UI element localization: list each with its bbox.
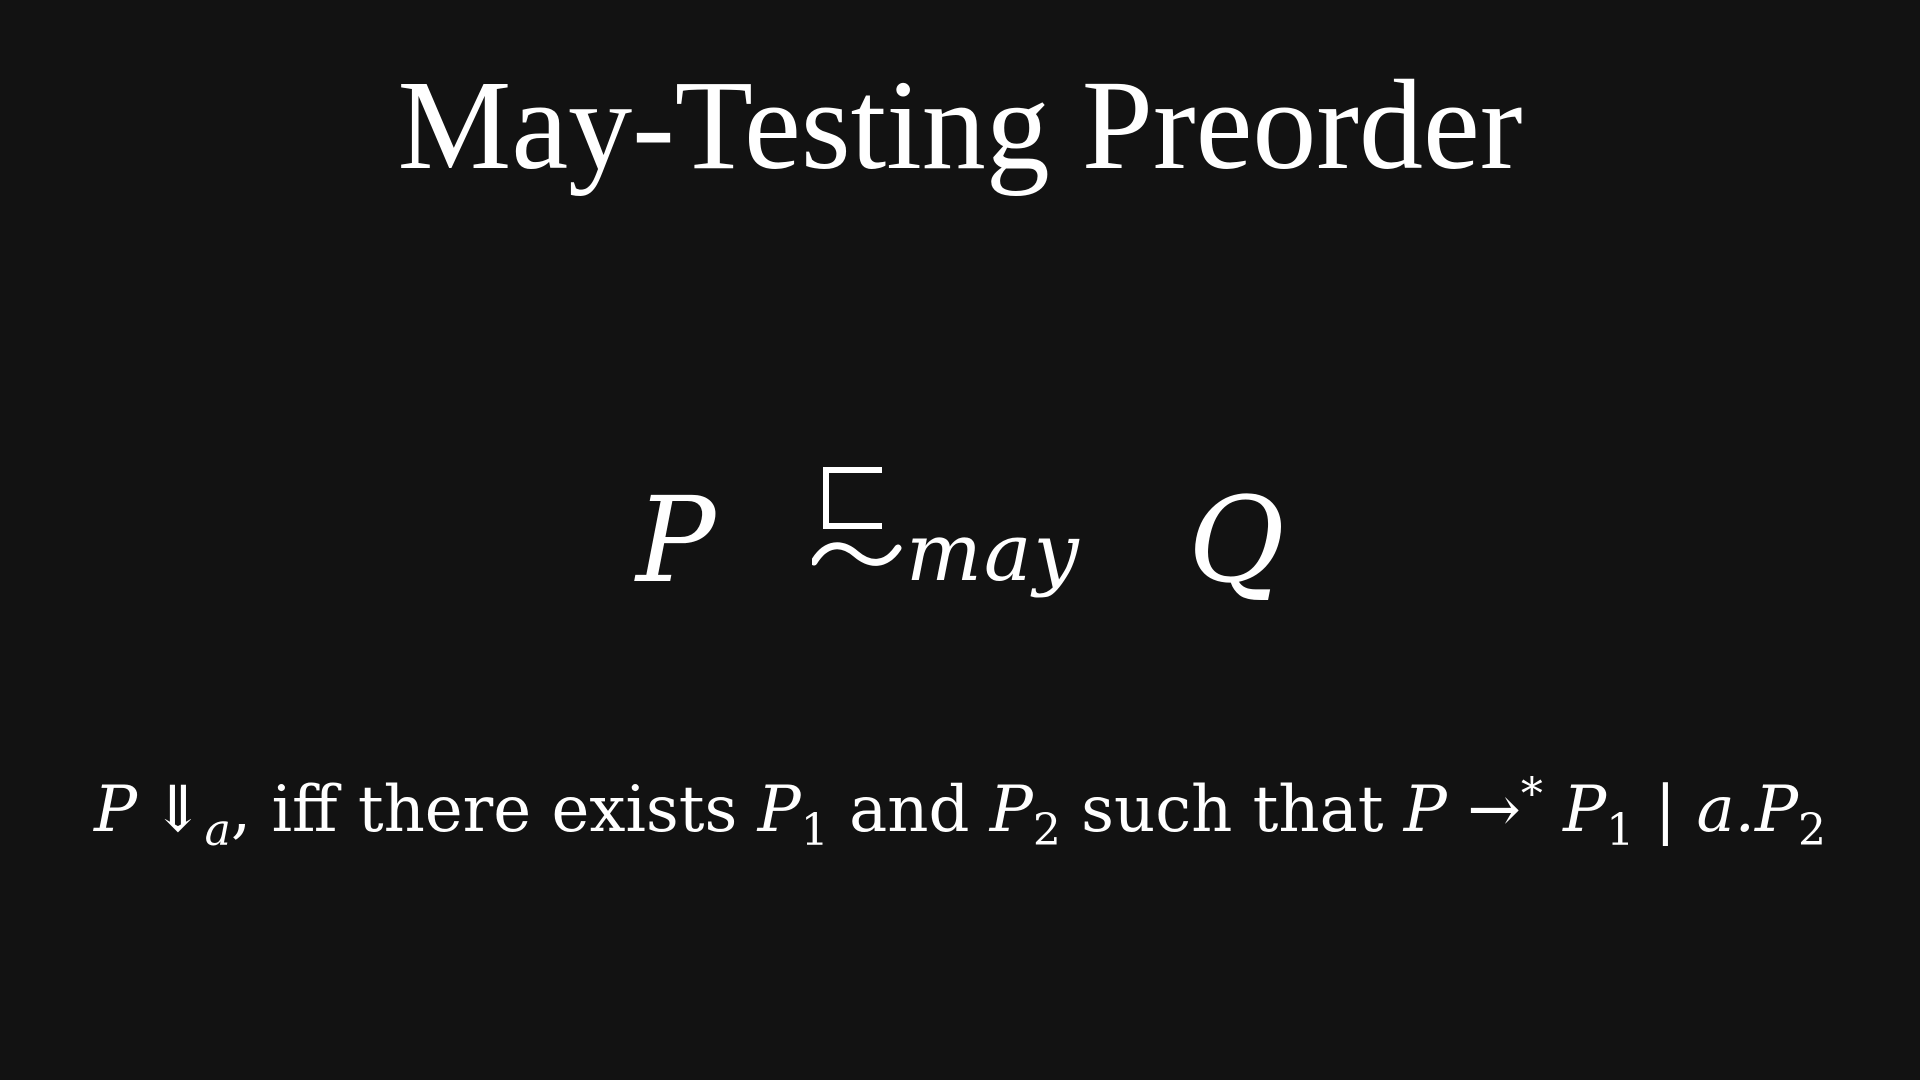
slide: May-Testing Preorder P may Q P ⇓a, iff th… xyxy=(0,0,1920,1080)
sqsubset-sim-symbol xyxy=(812,467,902,566)
relation-subscript: may xyxy=(906,506,1081,599)
relation-left-process: P xyxy=(636,471,716,609)
relation-right-process: Q xyxy=(1188,471,1285,609)
def-p1-sub: 1 xyxy=(800,805,829,856)
def-text-such: such that xyxy=(1081,773,1384,847)
def-text-iff: iff there exists xyxy=(271,773,738,847)
def-comma: , xyxy=(230,773,252,847)
def-p1b-sub: 1 xyxy=(1606,805,1635,856)
def-p2-sub: 2 xyxy=(1032,805,1061,856)
def-p2: P xyxy=(989,773,1033,847)
def-prefix: a. xyxy=(1696,773,1755,847)
def-barb-process: P xyxy=(93,773,138,847)
def-reduction-arrow: → xyxy=(1467,773,1521,847)
def-star: * xyxy=(1520,769,1543,820)
may-preorder-relation: P may Q xyxy=(0,450,1920,630)
def-barb-label: a xyxy=(204,805,231,856)
def-text-and: and xyxy=(849,773,970,847)
def-barb-arrow: ⇓ xyxy=(151,773,205,847)
def-p1: P xyxy=(757,773,801,847)
def-p1b: P xyxy=(1563,773,1607,847)
def-p2b: P xyxy=(1754,773,1799,847)
slide-title: May-Testing Preorder xyxy=(397,54,1523,196)
def-p: P xyxy=(1403,773,1447,847)
def-parallel-bar: | xyxy=(1654,773,1677,847)
barb-definition: P ⇓a, iff there exists P1 and P2 such tha… xyxy=(0,765,1920,855)
def-p2b-sub: 2 xyxy=(1798,805,1827,856)
